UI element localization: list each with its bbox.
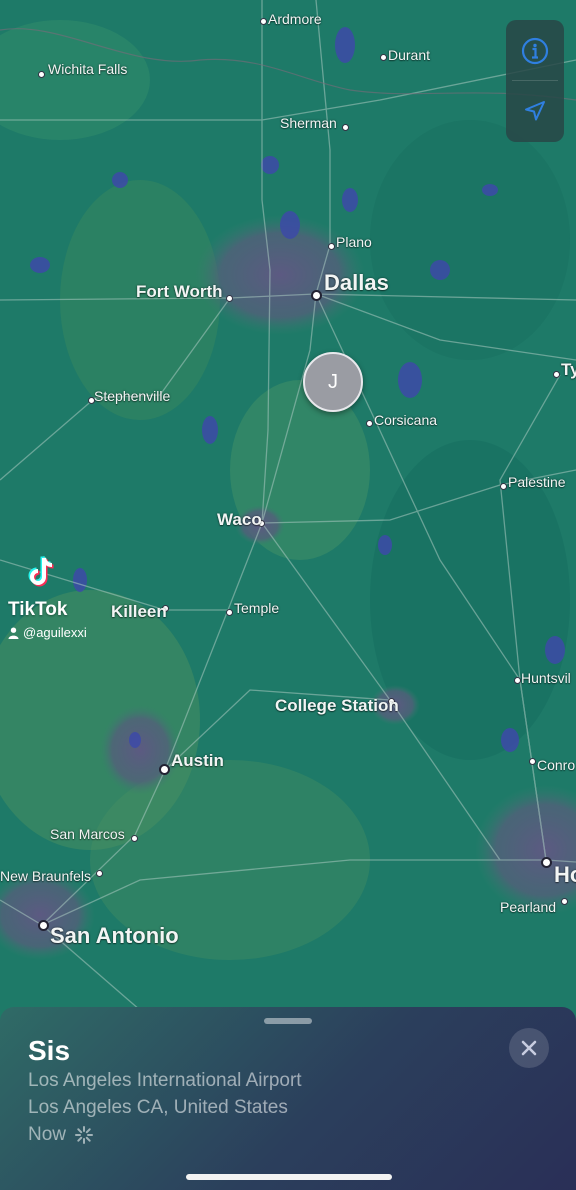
city-dot-wichita-falls [38,71,45,78]
location-button[interactable] [506,82,564,140]
city-label-temple[interactable]: Temple [234,600,279,616]
map-view[interactable]: Ardmore Durant Wichita Falls Sherman Pla… [0,0,576,1010]
city-dot-palestine [500,483,507,490]
controls-divider [512,80,558,81]
map-terrain [0,0,576,1010]
location-time-row: Now [28,1124,94,1146]
city-label-new-braunfels[interactable]: New Braunfels [0,868,91,884]
sheet-grabber[interactable] [264,1018,312,1024]
pin-initial: J [328,370,338,393]
city-dot-corsicana [366,420,373,427]
loading-spinner-icon [75,1126,94,1144]
tiktok-handle-row: @aguilexxi [8,625,87,640]
city-dot-san-antonio [38,920,49,931]
city-dot-pearland [561,898,568,905]
city-dot-durant [380,54,387,61]
city-label-dallas[interactable]: Dallas [324,270,389,296]
city-label-palestine[interactable]: Palestine [508,474,566,490]
city-label-durant[interactable]: Durant [388,47,430,63]
location-time: Now [28,1124,67,1145]
city-dot-austin [159,764,170,775]
city-label-sherman[interactable]: Sherman [280,115,337,131]
tiktok-logo-icon [28,555,54,587]
city-dot-tyler [553,371,560,378]
city-label-killeen[interactable]: Killeen [111,602,167,622]
info-icon [521,37,549,65]
tiktok-handle: @aguilexxi [23,625,87,640]
tiktok-watermark: TikTok @aguilexxi [8,552,87,640]
city-dot-conroe [529,758,536,765]
user-icon [8,627,19,639]
city-dot-temple [226,609,233,616]
close-icon [521,1040,537,1056]
map-controls [506,20,564,142]
location-detail-sheet[interactable]: Sis Los Angeles International Airport Lo… [0,1007,576,1190]
city-label-san-marcos[interactable]: San Marcos [50,826,125,842]
city-dot-fort-worth [226,295,233,302]
city-dot-new-braunfels [96,870,103,877]
city-label-austin[interactable]: Austin [171,751,224,771]
city-dot-plano [328,243,335,250]
city-label-houston[interactable]: Ho [554,862,576,888]
info-button[interactable] [506,22,564,80]
city-label-fort-worth[interactable]: Fort Worth [136,282,223,302]
city-dot-houston [541,857,552,868]
city-label-tyler[interactable]: Ty [561,360,576,380]
city-label-plano[interactable]: Plano [336,234,372,250]
city-dot-ardmore [260,18,267,25]
city-label-conroe[interactable]: Conro [537,757,575,773]
person-location-pin[interactable]: J [303,352,363,412]
home-indicator[interactable] [186,1174,392,1180]
tiktok-name: TikTok [8,599,68,620]
city-label-corsicana[interactable]: Corsicana [374,412,437,428]
city-dot-huntsville [514,677,521,684]
city-label-waco[interactable]: Waco [217,510,262,530]
city-dot-san-marcos [131,835,138,842]
close-button[interactable] [509,1028,549,1068]
city-label-san-antonio[interactable]: San Antonio [50,923,179,949]
location-place: Los Angeles International Airport [28,1070,302,1091]
location-arrow-icon [525,101,545,121]
city-label-college-station[interactable]: College Station [275,696,399,716]
location-region: Los Angeles CA, United States [28,1097,288,1118]
city-label-wichita-falls[interactable]: Wichita Falls [48,61,127,77]
city-label-ardmore[interactable]: Ardmore [268,11,322,27]
city-label-pearland[interactable]: Pearland [500,899,556,915]
city-dot-dallas [311,290,322,301]
city-dot-sherman [342,124,349,131]
person-name: Sis [28,1035,71,1066]
city-label-stephenville[interactable]: Stephenville [94,388,170,404]
city-label-huntsville[interactable]: Huntsvil [521,670,571,686]
